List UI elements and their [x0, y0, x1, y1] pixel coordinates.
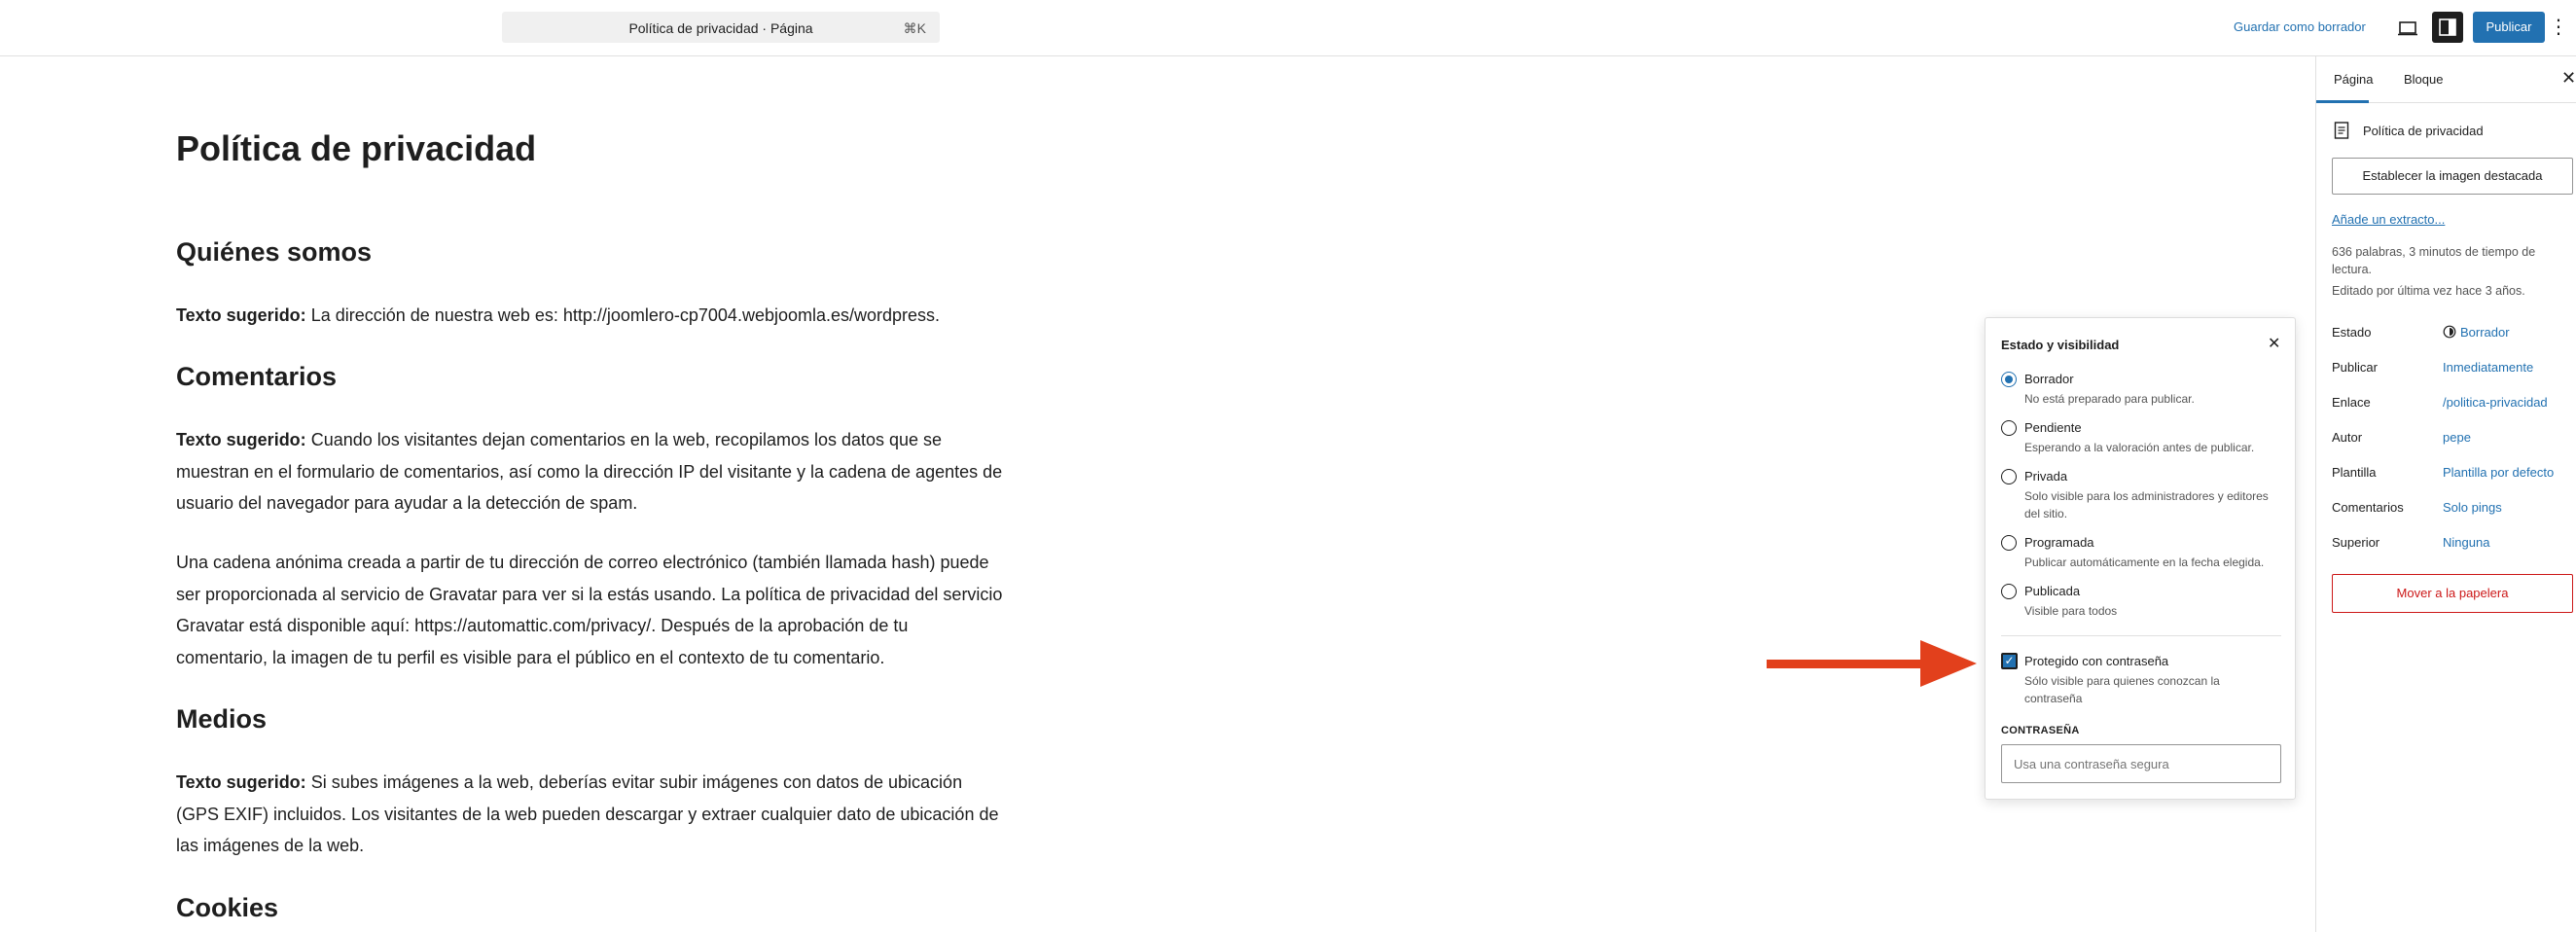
- paragraph[interactable]: Texto sugerido: Si subes imágenes a la w…: [176, 767, 1003, 862]
- sidebar-panel-icon: [2439, 18, 2456, 36]
- property-row-comentarios: Comentarios Solo pings: [2332, 500, 2575, 520]
- property-key: Estado: [2332, 325, 2372, 340]
- settings-sidebar: Página Bloque ✕ Política de privacidad ⋮…: [2315, 56, 2576, 932]
- tab-bloque[interactable]: Bloque: [2404, 72, 2443, 87]
- status-value-button[interactable]: Borrador: [2443, 325, 2510, 340]
- page-icon: [2334, 122, 2349, 139]
- property-key: Autor: [2332, 430, 2363, 445]
- paragraph-bold: Texto sugerido:: [176, 305, 306, 325]
- property-value-button[interactable]: Solo pings: [2443, 500, 2502, 515]
- option-description: No está preparado para publicar.: [2024, 392, 2195, 406]
- option-description: Solo visible para los administradores y …: [2024, 489, 2269, 520]
- checkbox-description: Sólo visible para quienes conozcan la co…: [2024, 674, 2220, 705]
- desktop-preview-icon: [2398, 21, 2417, 36]
- property-row-enlace: Enlace /politica-privacidad: [2332, 395, 2575, 414]
- settings-toggle-button[interactable]: [2432, 12, 2463, 43]
- paragraph[interactable]: Texto sugerido: Cuando los visitantes de…: [176, 424, 1003, 520]
- checkbox-label: Protegido con contraseña: [2024, 654, 2169, 668]
- add-excerpt-link[interactable]: Añade un extracto...: [2332, 212, 2445, 227]
- close-icon[interactable]: ✕: [2268, 334, 2280, 353]
- password-label: CONTRASEÑA: [2001, 725, 2080, 736]
- radio-button[interactable]: [2001, 535, 2017, 551]
- radio-button[interactable]: [2001, 469, 2017, 484]
- divider: [2001, 635, 2281, 636]
- document-summary: Política de privacidad ⋮: [2334, 119, 2576, 142]
- property-value-button[interactable]: pepe: [2443, 430, 2471, 445]
- property-key: Superior: [2332, 535, 2380, 550]
- property-key: Plantilla: [2332, 465, 2377, 480]
- post-title[interactable]: Política de privacidad: [176, 128, 536, 169]
- radio-button[interactable]: [2001, 584, 2017, 599]
- password-protected-checkbox[interactable]: ✓: [2001, 653, 2018, 669]
- property-value-button[interactable]: Inmediatamente: [2443, 360, 2533, 375]
- option-description: Esperando a la valoración antes de publi…: [2024, 441, 2255, 454]
- paragraph-bold: Texto sugerido:: [176, 430, 306, 449]
- property-key: Publicar: [2332, 360, 2378, 375]
- section-heading[interactable]: Quiénes somos: [176, 237, 372, 268]
- paragraph[interactable]: Una cadena anónima creada a partir de tu…: [176, 547, 1003, 673]
- property-row-publicar: Publicar Inmediatamente: [2332, 360, 2575, 379]
- command-palette-button[interactable]: Política de privacidad · Página ⌘K: [502, 12, 940, 43]
- draft-status-icon: [2443, 325, 2456, 339]
- password-input[interactable]: [2001, 744, 2281, 783]
- paragraph-text: Una cadena anónima creada a partir de tu…: [176, 553, 1003, 667]
- option-label: Pendiente: [2024, 420, 2082, 435]
- save-draft-button[interactable]: Guardar como borrador: [2234, 19, 2366, 34]
- property-row-superior: Superior Ninguna: [2332, 535, 2575, 555]
- property-key: Enlace: [2332, 395, 2371, 410]
- close-icon[interactable]: ✕: [2561, 68, 2576, 89]
- option-label: Borrador: [2024, 372, 2074, 386]
- preview-button[interactable]: [2395, 16, 2420, 41]
- property-value-button[interactable]: Ninguna: [2443, 535, 2489, 550]
- sidebar-tabs: Página Bloque ✕: [2316, 56, 2576, 103]
- section-heading[interactable]: Cookies: [176, 893, 278, 923]
- section-heading[interactable]: Medios: [176, 704, 267, 735]
- command-shortcut: ⌘K: [903, 20, 926, 36]
- option-label: Programada: [2024, 535, 2094, 550]
- status-value: Borrador: [2460, 325, 2510, 340]
- property-value-button[interactable]: Plantilla por defecto: [2443, 465, 2554, 480]
- paragraph[interactable]: Texto sugerido: La dirección de nuestra …: [176, 300, 1003, 332]
- status-visibility-popover: Estado y visibilidad ✕ Borrador No está …: [1985, 317, 2296, 800]
- option-description: Publicar automáticamente en la fecha ele…: [2024, 556, 2265, 569]
- red-arrow-annotation: [1767, 640, 1977, 687]
- word-count-stats: 636 palabras, 3 minutos de tiempo de lec…: [2332, 245, 2536, 276]
- active-tab-indicator: [2316, 100, 2369, 103]
- tab-pagina[interactable]: Página: [2334, 72, 2373, 87]
- option-description: Visible para todos: [2024, 604, 2118, 618]
- command-title: Política de privacidad · Página: [628, 20, 813, 36]
- paragraph-bold: Texto sugerido:: [176, 772, 306, 792]
- property-row-plantilla: Plantilla Plantilla por defecto: [2332, 465, 2575, 484]
- top-toolbar: Política de privacidad · Página ⌘K Guard…: [0, 0, 2576, 56]
- last-edited: Editado por última vez hace 3 años.: [2332, 284, 2525, 298]
- set-featured-image-button[interactable]: Establecer la imagen destacada: [2332, 158, 2573, 195]
- move-to-trash-button[interactable]: Mover a la papelera: [2332, 574, 2573, 613]
- radio-button[interactable]: [2001, 372, 2017, 387]
- option-label: Publicada: [2024, 584, 2081, 598]
- options-menu-icon[interactable]: ⋮: [2549, 14, 2568, 41]
- option-label: Privada: [2024, 469, 2068, 484]
- paragraph-text: La dirección de nuestra web es: http://j…: [305, 305, 941, 325]
- popover-title: Estado y visibilidad: [2001, 338, 2120, 352]
- property-value-button[interactable]: /politica-privacidad: [2443, 395, 2548, 410]
- property-key: Comentarios: [2332, 500, 2404, 515]
- radio-button[interactable]: [2001, 420, 2017, 436]
- property-row-estado: Estado Borrador: [2332, 325, 2575, 344]
- publish-button[interactable]: Publicar: [2473, 12, 2545, 43]
- section-heading[interactable]: Comentarios: [176, 362, 337, 392]
- property-row-autor: Autor pepe: [2332, 430, 2575, 449]
- document-title: Política de privacidad: [2363, 124, 2484, 138]
